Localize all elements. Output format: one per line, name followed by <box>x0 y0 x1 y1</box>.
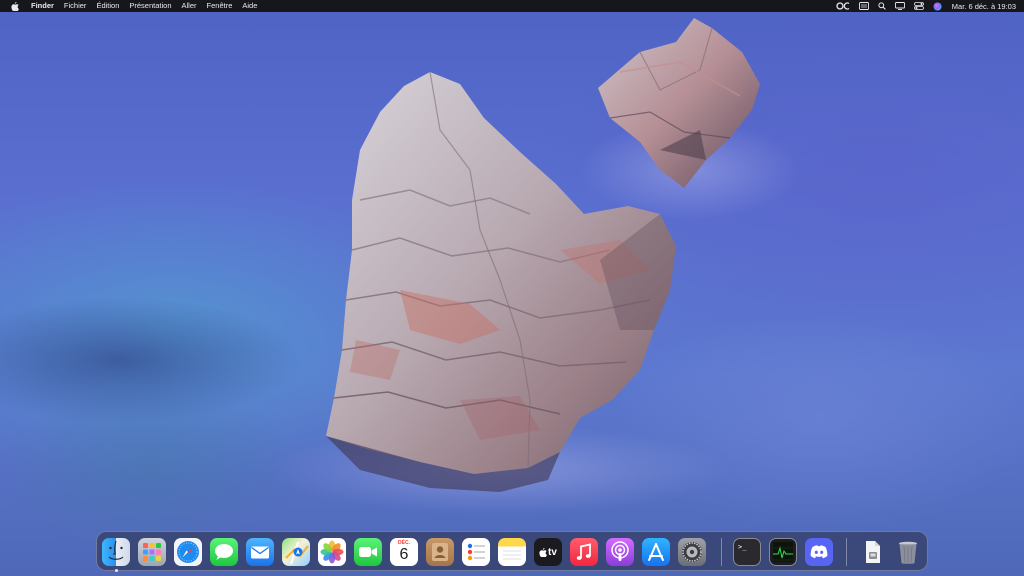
oc-icon[interactable] <box>836 0 850 12</box>
launchpad-icon[interactable] <box>138 538 166 566</box>
document-icon[interactable] <box>858 538 886 566</box>
notes-icon[interactable] <box>498 538 526 566</box>
siri-icon[interactable] <box>933 0 942 12</box>
terminal-prompt: >_ <box>738 543 747 551</box>
menu-aller[interactable]: Aller <box>177 0 202 12</box>
desktop-wallpaper <box>0 0 1024 576</box>
discord-icon[interactable] <box>805 538 833 566</box>
dock: DÉC. 6 tv >_ <box>96 531 928 572</box>
menu-fichier[interactable]: Fichier <box>59 0 92 12</box>
finder-running-indicator <box>114 569 118 572</box>
trash-icon[interactable] <box>894 538 922 566</box>
messages-icon[interactable] <box>210 538 238 566</box>
menu-bar: Finder Fichier Édition Présentation Alle… <box>0 0 1024 12</box>
menu-presentation[interactable]: Présentation <box>124 0 176 12</box>
control-center-icon[interactable] <box>913 0 924 12</box>
mail-icon[interactable] <box>246 538 274 566</box>
safari-icon[interactable] <box>174 538 202 566</box>
keyboard-icon[interactable] <box>858 0 869 12</box>
menu-app-name[interactable]: Finder <box>26 0 59 12</box>
calendar-icon[interactable]: DÉC. 6 <box>390 538 418 566</box>
reminders-icon[interactable] <box>462 538 490 566</box>
system-settings-icon[interactable] <box>678 538 706 566</box>
menu-clock[interactable]: Mar. 6 déc. à 19:03 <box>952 2 1016 11</box>
app-store-icon[interactable] <box>642 538 670 566</box>
display-icon[interactable] <box>894 0 905 12</box>
menu-aide[interactable]: Aide <box>237 0 262 12</box>
calendar-day: 6 <box>399 546 409 563</box>
apple-tv-icon[interactable]: tv <box>534 538 562 566</box>
music-icon[interactable] <box>570 538 598 566</box>
contacts-icon[interactable] <box>426 538 454 566</box>
terminal-icon[interactable]: >_ <box>733 538 761 566</box>
dock-separator-2 <box>846 538 847 566</box>
menu-fenetre[interactable]: Fenêtre <box>202 0 238 12</box>
tv-label: tv <box>548 546 557 558</box>
maps-icon[interactable] <box>282 538 310 566</box>
apple-logo-icon[interactable] <box>10 0 20 12</box>
podcasts-icon[interactable] <box>606 538 634 566</box>
dock-separator <box>721 538 722 566</box>
menu-edition[interactable]: Édition <box>91 0 124 12</box>
facetime-icon[interactable] <box>354 538 382 566</box>
activity-monitor-icon[interactable] <box>769 538 797 566</box>
photos-icon[interactable] <box>318 538 346 566</box>
finder-icon[interactable] <box>102 538 130 566</box>
search-icon[interactable] <box>878 0 886 12</box>
